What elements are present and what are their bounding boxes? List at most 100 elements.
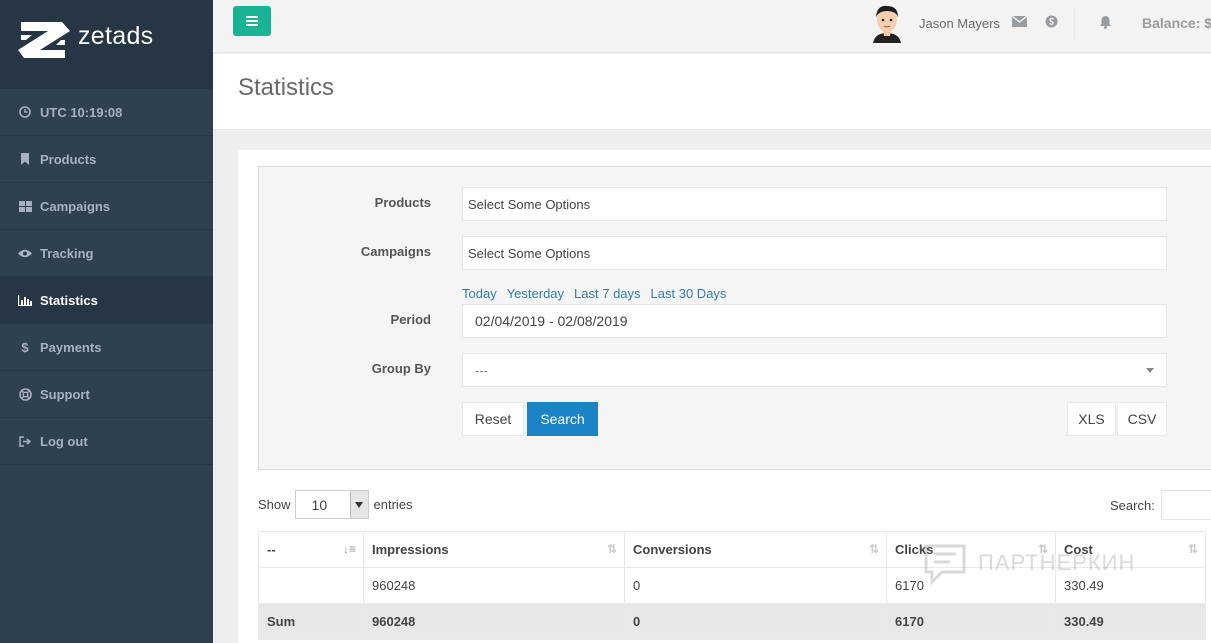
reset-button[interactable]: Reset	[462, 402, 524, 436]
column-header-label: Conversions	[633, 542, 712, 557]
period-input[interactable]: 02/04/2019 - 02/08/2019	[462, 304, 1167, 338]
csv-export-button[interactable]: CSV	[1117, 402, 1167, 436]
clock-icon	[18, 106, 32, 118]
skype-icon[interactable]	[1045, 15, 1058, 31]
table-header-row: -- ↓≡ Impressions ⇅ Conversions ⇅ Clicks…	[258, 531, 1206, 568]
products-placeholder: Select Some Options	[468, 196, 591, 212]
entries-value: 10	[311, 496, 328, 513]
envelope-icon[interactable]	[1011, 15, 1028, 30]
products-label: Products	[374, 195, 431, 210]
sidebar-item-logout[interactable]: Log out	[0, 418, 213, 465]
search-button[interactable]: Search	[527, 402, 598, 436]
hamburger-icon	[246, 16, 258, 26]
table-cell: 6170	[886, 567, 1056, 604]
quick-link-last-30-days[interactable]: Last 30 Days	[651, 286, 727, 301]
sidebar-item-campaigns[interactable]: Campaigns	[0, 183, 213, 230]
column-header-label: Clicks	[895, 542, 934, 557]
table-cell: 960248	[363, 603, 625, 640]
column-header-group[interactable]: -- ↓≡	[258, 531, 364, 568]
sidebar-item-support[interactable]: Support	[0, 371, 213, 418]
table-cell: 330.49	[1055, 567, 1206, 604]
column-header-cost[interactable]: Cost ⇅	[1055, 531, 1206, 568]
column-header-label: Impressions	[372, 542, 449, 557]
column-header-clicks[interactable]: Clicks ⇅	[886, 531, 1056, 568]
filter-form: Products Select Some Options Campaigns S…	[258, 166, 1211, 470]
menu-toggle-button[interactable]	[233, 6, 271, 36]
products-select[interactable]: Select Some Options	[462, 187, 1167, 221]
sidebar-item-label: Log out	[40, 433, 88, 449]
grid-icon	[18, 200, 32, 212]
content-panel: Products Select Some Options Campaigns S…	[238, 150, 1211, 643]
table-search-input[interactable]	[1160, 490, 1211, 520]
lifebuoy-icon	[18, 387, 32, 401]
table-search-label: Search:	[1110, 497, 1155, 513]
dollar-icon: $	[21, 339, 29, 355]
quick-link-yesterday[interactable]: Yesterday	[507, 286, 564, 301]
table-cell: 960248	[363, 567, 625, 604]
period-label: Period	[390, 312, 431, 327]
table-cell: 6170	[886, 603, 1056, 640]
entries-label: entries	[373, 497, 413, 512]
table-search: Search:	[1110, 490, 1211, 520]
sidebar-item-label: Tracking	[40, 245, 94, 261]
sidebar-item-statistics[interactable]: Statistics	[0, 277, 213, 324]
sidebar-item-label: Campaigns	[40, 198, 111, 214]
page-length-control: Show 10 entries	[258, 490, 413, 519]
campaigns-select[interactable]: Select Some Options	[462, 236, 1167, 270]
table-cell: 0	[624, 603, 887, 640]
sidebar-item-products[interactable]: Products	[0, 136, 213, 183]
campaigns-label: Campaigns	[360, 244, 431, 259]
sort-desc-icon: ↓≡	[342, 542, 356, 556]
sidebar-item-label: Payments	[40, 339, 102, 355]
table-cell: 330.49	[1055, 603, 1206, 640]
page-title: Statistics	[238, 74, 335, 101]
utc-clock: UTC 10:19:08	[0, 89, 213, 136]
table-sum-row: Sum 960248 0 6170 330.49	[258, 603, 1206, 640]
table-cell	[258, 567, 364, 604]
group-by-value: ---	[475, 362, 488, 378]
column-header-label: Cost	[1064, 542, 1093, 557]
column-header-label: --	[267, 542, 276, 557]
balance-label: Balance: $	[1142, 15, 1211, 31]
sort-icon: ⇅	[1037, 542, 1048, 556]
logo-area[interactable]: zetads	[0, 0, 213, 89]
sidebar: zetads UTC 10:19:08 Products Campaigns T…	[0, 0, 213, 643]
campaigns-placeholder: Select Some Options	[468, 245, 591, 261]
group-by-select[interactable]: ---	[462, 353, 1167, 387]
bell-icon[interactable]	[1099, 15, 1112, 32]
sidebar-item-label: Support	[40, 386, 90, 402]
sidebar-item-label: Statistics	[40, 292, 98, 308]
column-header-impressions[interactable]: Impressions ⇅	[363, 531, 625, 568]
utc-clock-label: UTC 10:19:08	[40, 104, 123, 120]
bar-chart-icon	[18, 294, 32, 306]
eye-icon	[18, 249, 32, 258]
table-cell: Sum	[258, 603, 364, 640]
user-name[interactable]: Jason Mayers	[919, 16, 1000, 31]
xls-export-button[interactable]: XLS	[1067, 402, 1116, 436]
chevron-down-icon	[1146, 368, 1154, 373]
quick-link-today[interactable]: Today	[462, 286, 497, 301]
entries-select[interactable]: 10	[294, 490, 369, 519]
user-avatar[interactable]	[869, 3, 905, 43]
show-label: Show	[258, 497, 291, 512]
divider	[1074, 10, 1075, 40]
top-navbar: Jason Mayers Balance: $	[213, 0, 1211, 53]
sort-icon: ⇅	[1187, 542, 1198, 556]
bookmark-icon	[18, 153, 32, 165]
sidebar-item-payments[interactable]: $ Payments	[0, 324, 213, 371]
group-by-label: Group By	[371, 361, 431, 376]
quick-link-last-7-days[interactable]: Last 7 days	[574, 286, 641, 301]
sort-icon: ⇅	[868, 542, 879, 556]
sign-out-icon	[18, 435, 32, 447]
brand-name: zetads	[78, 22, 154, 50]
statistics-table: -- ↓≡ Impressions ⇅ Conversions ⇅ Clicks…	[258, 531, 1206, 640]
period-value: 02/04/2019 - 02/08/2019	[475, 313, 628, 329]
page-heading: Statistics	[213, 54, 1211, 130]
sort-icon: ⇅	[606, 542, 617, 556]
sidebar-item-tracking[interactable]: Tracking	[0, 230, 213, 277]
chevron-down-icon	[349, 491, 368, 518]
table-cell: 0	[624, 567, 887, 604]
table-row: 960248 0 6170 330.49	[258, 567, 1206, 604]
sidebar-item-label: Products	[40, 151, 97, 167]
column-header-conversions[interactable]: Conversions ⇅	[624, 531, 887, 568]
